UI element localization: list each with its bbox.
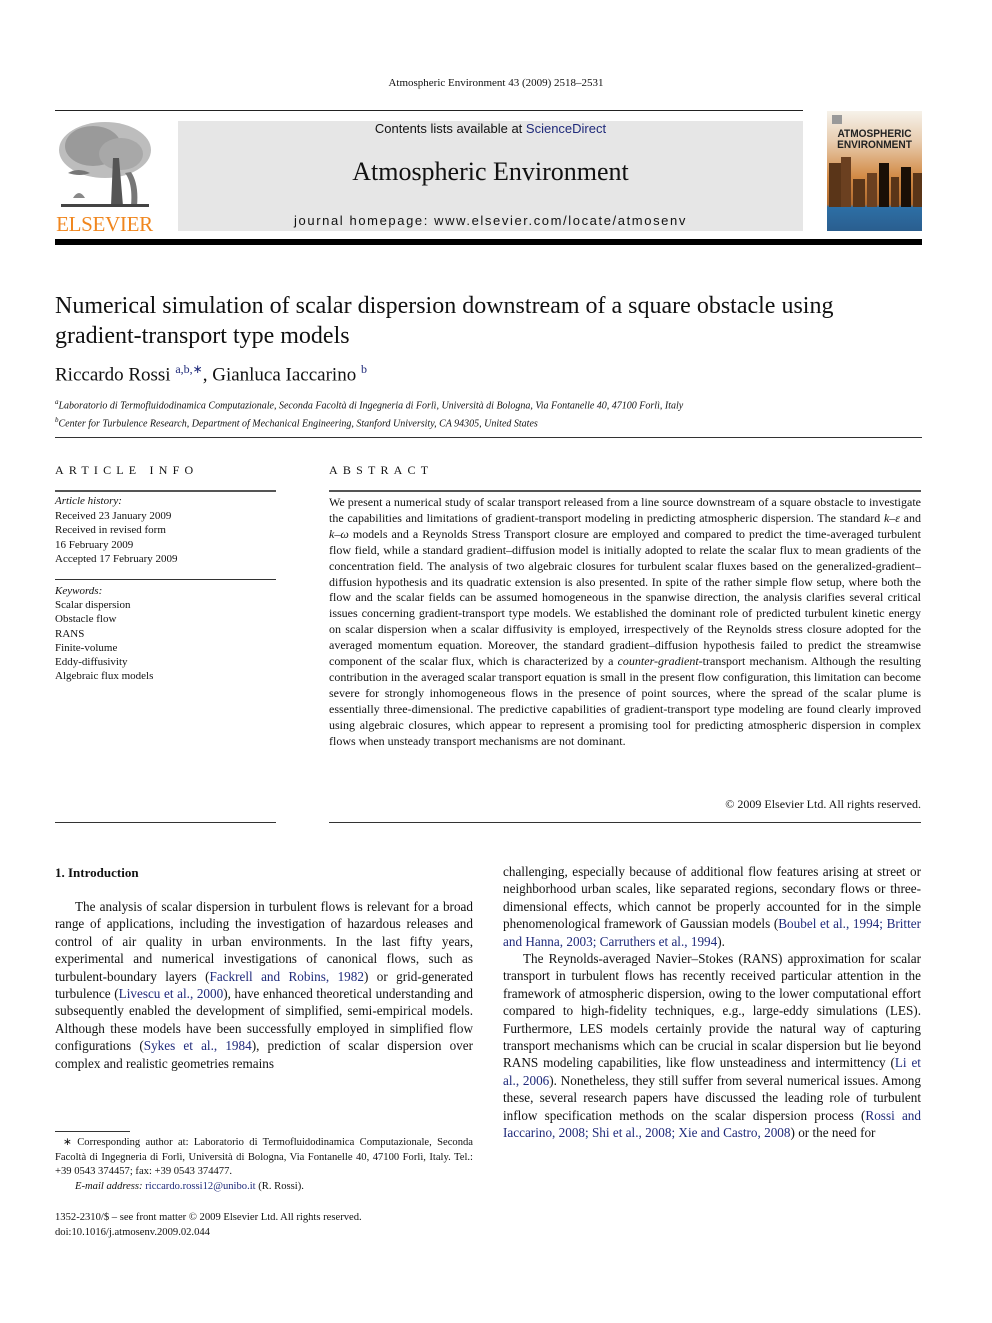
cover-building	[853, 179, 865, 207]
introduction-heading: 1. Introduction	[55, 865, 139, 880]
article-info-rule	[55, 490, 276, 492]
journal-homepage[interactable]: journal homepage: www.elsevier.com/locat…	[178, 213, 803, 228]
keyword: Scalar dispersion	[55, 599, 131, 612]
abstract-heading: ABSTRACT	[329, 463, 434, 477]
cover-elsevier-mark	[832, 115, 842, 124]
cover-building	[867, 173, 877, 207]
abstract-segment: We present a numerical study of scalar t…	[329, 495, 921, 525]
body-paragraph: The analysis of scalar dispersion in tur…	[55, 898, 473, 1072]
doi-link[interactable]: doi:10.1016/j.atmosenv.2009.02.044	[55, 1226, 473, 1241]
keyword: Eddy-diffusivity	[55, 656, 128, 669]
journal-cover-image: ATMOSPHERIC ENVIRONMENT	[827, 111, 922, 231]
abstract-math: k–ε	[883, 510, 901, 525]
affiliation-text: Center for Turbulence Research, Departme…	[58, 418, 538, 430]
cover-title-line2: ENVIRONMENT	[837, 139, 912, 151]
abstract-segment: models and a Reynolds Stress Transport c…	[329, 526, 921, 669]
body-column-left: The analysis of scalar dispersion in tur…	[55, 898, 473, 1072]
abstract-text: We present a numerical study of scalar t…	[329, 495, 921, 750]
corresponding-author-text: ∗ Corresponding author at: Laboratorio d…	[55, 1137, 473, 1178]
body-paragraph: challenging, especially because of addit…	[503, 863, 921, 950]
running-head: Atmospheric Environment 43 (2009) 2518–2…	[388, 77, 604, 89]
article-history: Article history: Received 23 January 200…	[55, 494, 276, 567]
abstract-segment: -transport mechanism. Although the resul…	[329, 654, 921, 748]
email-suffix: (R. Rossi).	[255, 1180, 304, 1192]
footnote-rule	[55, 1131, 130, 1132]
author-name[interactable]: Gianluca Iaccarino	[212, 364, 356, 385]
history-item: Received in revised form	[55, 524, 166, 536]
keywords: Keywords: Scalar dispersion Obstacle flo…	[55, 584, 276, 683]
history-item: Accepted 17 February 2009	[55, 553, 178, 565]
history-label: Article history:	[55, 495, 122, 507]
cover-building	[901, 167, 911, 207]
email-label: E-mail address:	[75, 1180, 143, 1192]
body-text: ).	[717, 933, 725, 949]
abstract-math: k–ω	[329, 526, 349, 541]
top-rule	[55, 110, 803, 111]
cover-building	[829, 163, 841, 207]
abstract-rule	[329, 490, 921, 492]
article-info-divider	[55, 579, 276, 580]
sciencedirect-link[interactable]: ScienceDirect	[526, 121, 606, 136]
journal-name: Atmospheric Environment	[352, 157, 629, 186]
citation-link[interactable]: Fackrell and Robins, 1982	[209, 969, 363, 984]
citation-link[interactable]: Sykes et al., 1984	[144, 1038, 252, 1053]
history-item: 16 February 2009	[55, 538, 134, 551]
history-item: Received 23 January 2009	[55, 509, 172, 522]
citation-link[interactable]: Livescu et al., 2000	[119, 986, 224, 1001]
affiliation: bCenter for Turbulence Research, Departm…	[55, 413, 925, 431]
body-column-right: challenging, especially because of addit…	[503, 863, 921, 1142]
contents-line: Contents lists available at ScienceDirec…	[178, 121, 803, 136]
contents-prefix: Contents lists available at	[374, 121, 526, 136]
author-separator: ,	[202, 364, 213, 386]
author-list: Riccardo Rossi a,b,∗, Gianluca Iaccarino…	[55, 362, 367, 386]
affiliation-rule	[55, 437, 922, 438]
issn-line: 1352-2310/$ – see front matter © 2009 El…	[55, 1212, 362, 1223]
abstract-copyright: © 2009 Elsevier Ltd. All rights reserved…	[725, 797, 921, 811]
keyword: Algebraic flux models	[55, 670, 154, 683]
article-title: Numerical simulation of scalar dispersio…	[55, 293, 834, 349]
abstract-emphasis: counter-gradient	[617, 654, 699, 669]
author-affiliation-marks[interactable]: a,b,∗	[175, 362, 202, 376]
keyword: Finite-volume	[55, 641, 118, 654]
elsevier-wordmark: ELSEVIER	[56, 212, 153, 236]
cover-building	[841, 157, 851, 207]
keywords-label: Keywords:	[55, 585, 103, 597]
author-affiliation-marks[interactable]: b	[361, 362, 367, 376]
abstract-bottom-rule	[329, 822, 921, 823]
cover-building	[879, 163, 889, 207]
email-link[interactable]: riccardo.rossi12@unibo.it	[145, 1181, 255, 1192]
email-line: E-mail address: riccardo.rossi12@unibo.i…	[55, 1180, 473, 1195]
front-matter: 1352-2310/$ – see front matter © 2009 El…	[55, 1211, 473, 1240]
body-paragraph: The Reynolds-averaged Navier–Stokes (RAN…	[503, 950, 921, 1141]
keyword: Obstacle flow	[55, 613, 117, 626]
body-text: ). Nonetheless, they still suffer from s…	[503, 1072, 921, 1123]
cover-title: ATMOSPHERIC ENVIRONMENT	[831, 129, 918, 151]
affiliation-text: Laboratorio di Termofluidodinamica Compu…	[58, 400, 684, 412]
cover-building	[913, 173, 922, 207]
cover-building	[891, 177, 899, 207]
affiliations: aLaboratorio di Termofluidodinamica Comp…	[55, 395, 925, 432]
abstract-segment: and	[900, 510, 922, 525]
article-info-bottom-rule	[55, 822, 276, 823]
tree-icon	[59, 122, 151, 207]
affiliation: aLaboratorio di Termofluidodinamica Comp…	[55, 395, 925, 413]
keyword: RANS	[55, 627, 85, 640]
author-name[interactable]: Riccardo Rossi	[55, 364, 171, 385]
body-text: ) or the need for	[790, 1125, 876, 1141]
corresponding-author-footnote: ∗ Corresponding author at: Laboratorio d…	[55, 1136, 473, 1194]
header-thick-rule	[55, 239, 922, 245]
article-info-heading: ARTICLE INFO	[55, 463, 199, 477]
body-text: The Reynolds-averaged Navier–Stokes (RAN…	[503, 951, 921, 1071]
